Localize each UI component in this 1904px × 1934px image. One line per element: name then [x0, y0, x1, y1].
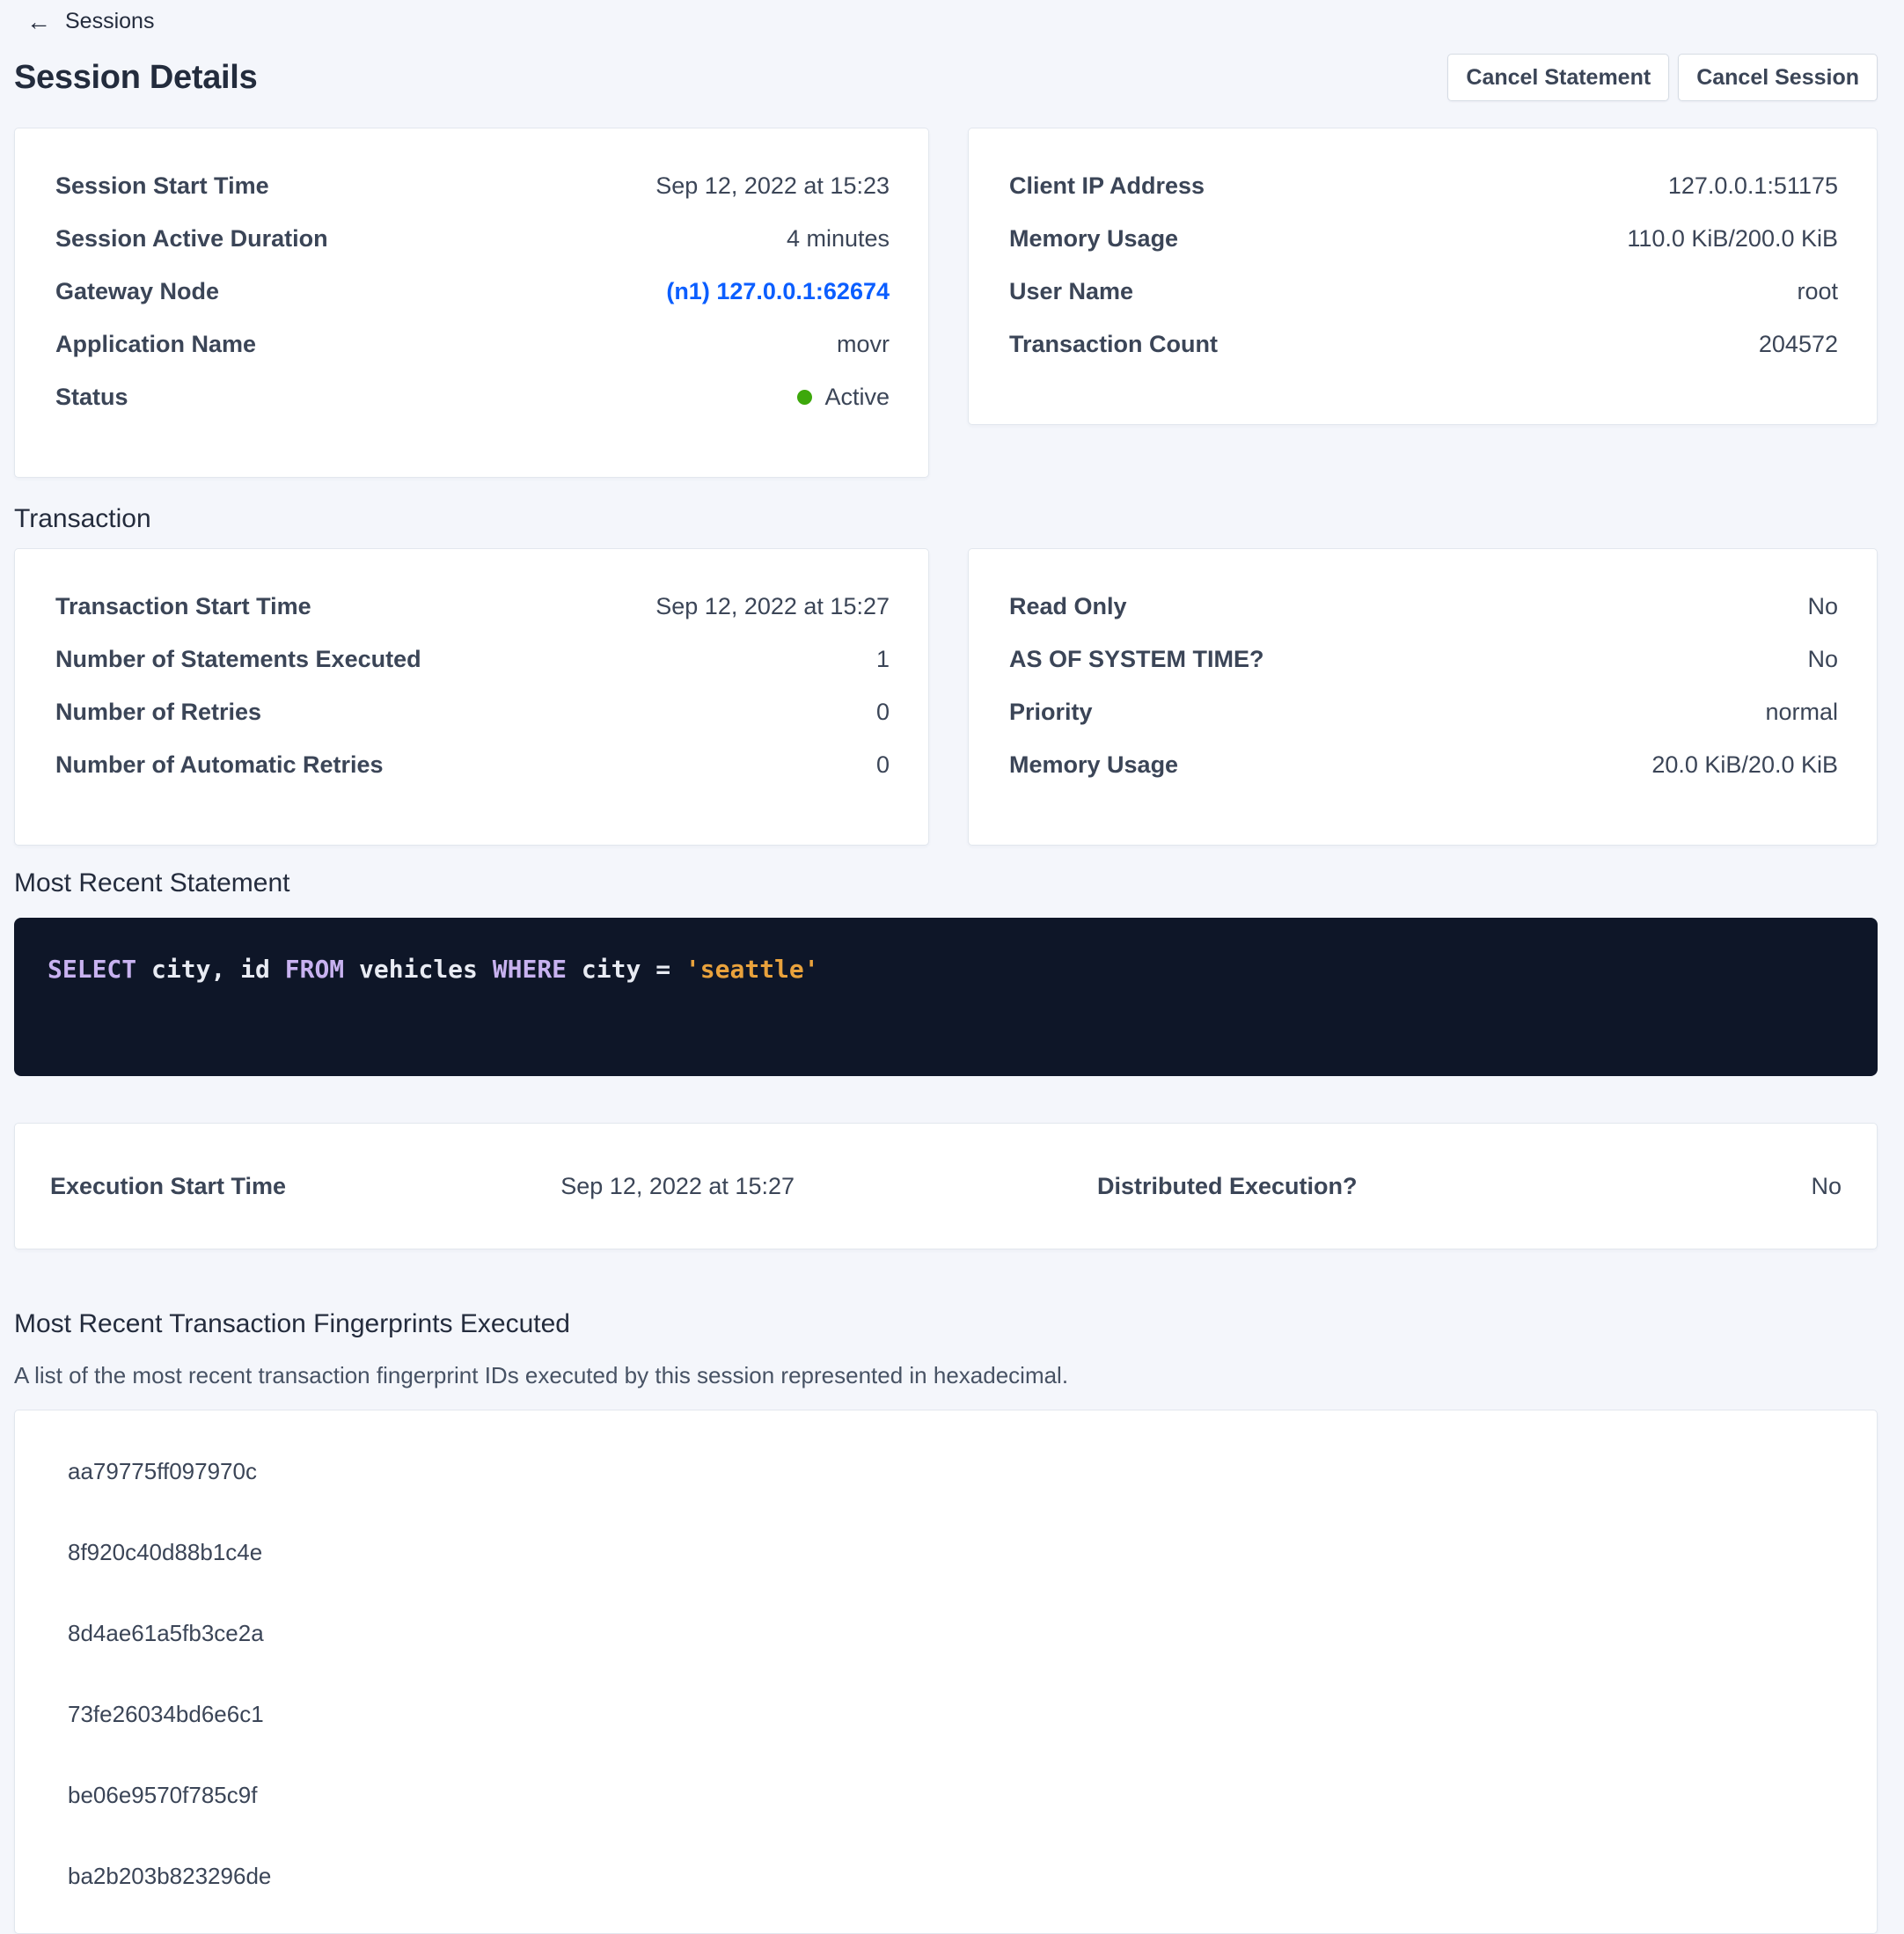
fingerprint-id: 8f920c40d88b1c4e	[68, 1537, 1824, 1567]
detail-label: Memory Usage	[1009, 749, 1178, 780]
detail-label: Client IP Address	[1009, 170, 1205, 201]
fingerprints-description: A list of the most recent transaction fi…	[14, 1360, 1878, 1390]
detail-label: Execution Start Time	[50, 1170, 286, 1202]
detail-value: 0	[876, 696, 890, 728]
detail-row: Gateway Node (n1) 127.0.0.1:62674	[55, 275, 890, 307]
fingerprint-id: ba2b203b823296de	[68, 1861, 1824, 1891]
execution-start-time-cell: Execution Start Time Sep 12, 2022 at 15:2…	[50, 1170, 795, 1202]
detail-row: Memory Usage 20.0 KiB/20.0 KiB	[1009, 749, 1838, 780]
statement-heading: Most Recent Statement	[14, 867, 1878, 900]
detail-label: AS OF SYSTEM TIME?	[1009, 643, 1264, 675]
statement-code-block: SELECT city, id FROM vehicles WHERE city…	[14, 918, 1878, 1076]
session-summary-section: Session Start TimeSep 12, 2022 at 15:23S…	[14, 128, 1878, 478]
detail-value: Sep 12, 2022 at 15:27	[655, 590, 890, 622]
detail-value: Sep 12, 2022 at 15:23	[655, 170, 890, 201]
detail-value: Sep 12, 2022 at 15:27	[560, 1170, 795, 1202]
detail-row: Number of Statements Executed 1	[55, 643, 890, 675]
sql-token-plain: vehicles	[344, 955, 493, 984]
fingerprints-heading: Most Recent Transaction Fingerprints Exe…	[14, 1308, 1878, 1341]
detail-label: Transaction Start Time	[55, 590, 311, 622]
detail-value: 110.0 KiB/200.0 KiB	[1627, 223, 1838, 254]
sql-token-plain: city, id	[136, 955, 285, 984]
sql-statement: SELECT city, id FROM vehicles WHERE city…	[48, 955, 819, 984]
detail-value: No	[1807, 643, 1838, 675]
detail-value: No	[1811, 1170, 1842, 1202]
detail-row: Transaction Count 204572	[1009, 328, 1838, 360]
execution-card: Execution Start Time Sep 12, 2022 at 15:2…	[14, 1123, 1878, 1249]
sql-token-keyword: WHERE	[493, 955, 567, 984]
detail-label: Memory Usage	[1009, 223, 1178, 254]
detail-row: Number of Retries 0	[55, 696, 890, 728]
fingerprint-id: 73fe26034bd6e6c1	[68, 1699, 1824, 1729]
cancel-session-button[interactable]: Cancel Session	[1678, 54, 1878, 101]
detail-label: Number of Retries	[55, 696, 261, 728]
detail-label: Session Start Time	[55, 170, 269, 201]
back-link-label: Sessions	[65, 9, 154, 34]
breadcrumb: ← Sessions	[14, 9, 1878, 34]
detail-value: normal	[1765, 696, 1838, 728]
status-active-dot	[797, 390, 812, 405]
detail-row: User Name root	[1009, 275, 1838, 307]
detail-row: Session Active Duration 4 minutes	[55, 223, 890, 254]
distributed-execution-cell: Distributed Execution? No	[1097, 1170, 1842, 1202]
detail-label: Read Only	[1009, 590, 1127, 622]
detail-value: root	[1797, 275, 1838, 307]
detail-row: Client IP Address 127.0.0.1:51175	[1009, 170, 1838, 201]
detail-label: Session Active Duration	[55, 223, 328, 254]
detail-row: Transaction Start Time Sep 12, 2022 at 15…	[55, 590, 890, 622]
detail-value: 0	[876, 749, 890, 780]
detail-row: Application Name movr	[55, 328, 890, 360]
sql-token-plain: city =	[567, 955, 685, 984]
detail-label: Priority	[1009, 696, 1093, 728]
detail-value: 20.0 KiB/20.0 KiB	[1651, 749, 1838, 780]
sql-token-keyword: FROM	[285, 955, 344, 984]
detail-label: Gateway Node	[55, 275, 219, 307]
header-actions: Cancel Statement Cancel Session	[1447, 54, 1878, 101]
session-status: Active	[797, 381, 890, 413]
gateway-node-link[interactable]: (n1) 127.0.0.1:62674	[666, 275, 890, 307]
detail-row: Status Active	[55, 381, 890, 413]
detail-label: Number of Automatic Retries	[55, 749, 384, 780]
detail-row: Distributed Execution? No	[1097, 1170, 1842, 1202]
detail-value: 1	[876, 643, 890, 675]
detail-row: Read Only No	[1009, 590, 1838, 622]
detail-row: AS OF SYSTEM TIME? No	[1009, 643, 1838, 675]
detail-row: Priority normal	[1009, 696, 1838, 728]
session-summary-card-right: Client IP Address 127.0.0.1:51175 Memory U…	[968, 128, 1878, 425]
back-arrow-icon: ←	[26, 10, 51, 34]
detail-value: movr	[837, 328, 890, 360]
sql-token-string: 'seattle'	[685, 955, 819, 984]
detail-label: User Name	[1009, 275, 1133, 307]
back-to-sessions-link[interactable]: ← Sessions	[26, 9, 154, 34]
session-summary-card-left: Session Start TimeSep 12, 2022 at 15:23S…	[14, 128, 929, 478]
detail-label: Transaction Count	[1009, 328, 1218, 360]
detail-value: 4 minutes	[787, 223, 890, 254]
detail-label: Number of Statements Executed	[55, 643, 421, 675]
transaction-section: Transaction Start Time Sep 12, 2022 at 15…	[14, 548, 1878, 846]
transaction-card-left: Transaction Start Time Sep 12, 2022 at 15…	[14, 548, 929, 846]
transaction-heading: Transaction	[14, 502, 1878, 536]
detail-label: Distributed Execution?	[1097, 1170, 1358, 1202]
detail-value: No	[1807, 590, 1838, 622]
fingerprint-id: be06e9570f785c9f	[68, 1780, 1824, 1810]
fingerprint-id: 8d4ae61a5fb3ce2a	[68, 1618, 1824, 1648]
detail-row: Number of Automatic Retries 0	[55, 749, 890, 780]
page-title: Session Details	[14, 59, 257, 97]
detail-value: 127.0.0.1:51175	[1668, 170, 1838, 201]
transaction-card-right: Read Only No AS OF SYSTEM TIME? No Priority n…	[968, 548, 1878, 846]
detail-value: 204572	[1759, 328, 1838, 360]
detail-label: Status	[55, 381, 128, 413]
detail-row: Session Start Time Sep 12, 2022 at 15:23	[55, 170, 890, 201]
sql-token-keyword: SELECT	[48, 955, 136, 984]
status-value: Active	[824, 381, 890, 413]
detail-row: Memory Usage 110.0 KiB/200.0 KiB	[1009, 223, 1838, 254]
detail-label: Application Name	[55, 328, 256, 360]
cancel-statement-button[interactable]: Cancel Statement	[1447, 54, 1669, 101]
page-header: Session Details Cancel Statement Cancel …	[14, 54, 1878, 101]
session-details-page: ← Sessions Session Details Cancel Statem…	[0, 0, 1904, 1934]
fingerprints-card: aa79775ff097970c 8f920c40d88b1c4e 8d4ae61a…	[14, 1410, 1878, 1934]
detail-row: Execution Start Time Sep 12, 2022 at 15:2…	[50, 1170, 795, 1202]
fingerprint-id: aa79775ff097970c	[68, 1456, 1824, 1486]
